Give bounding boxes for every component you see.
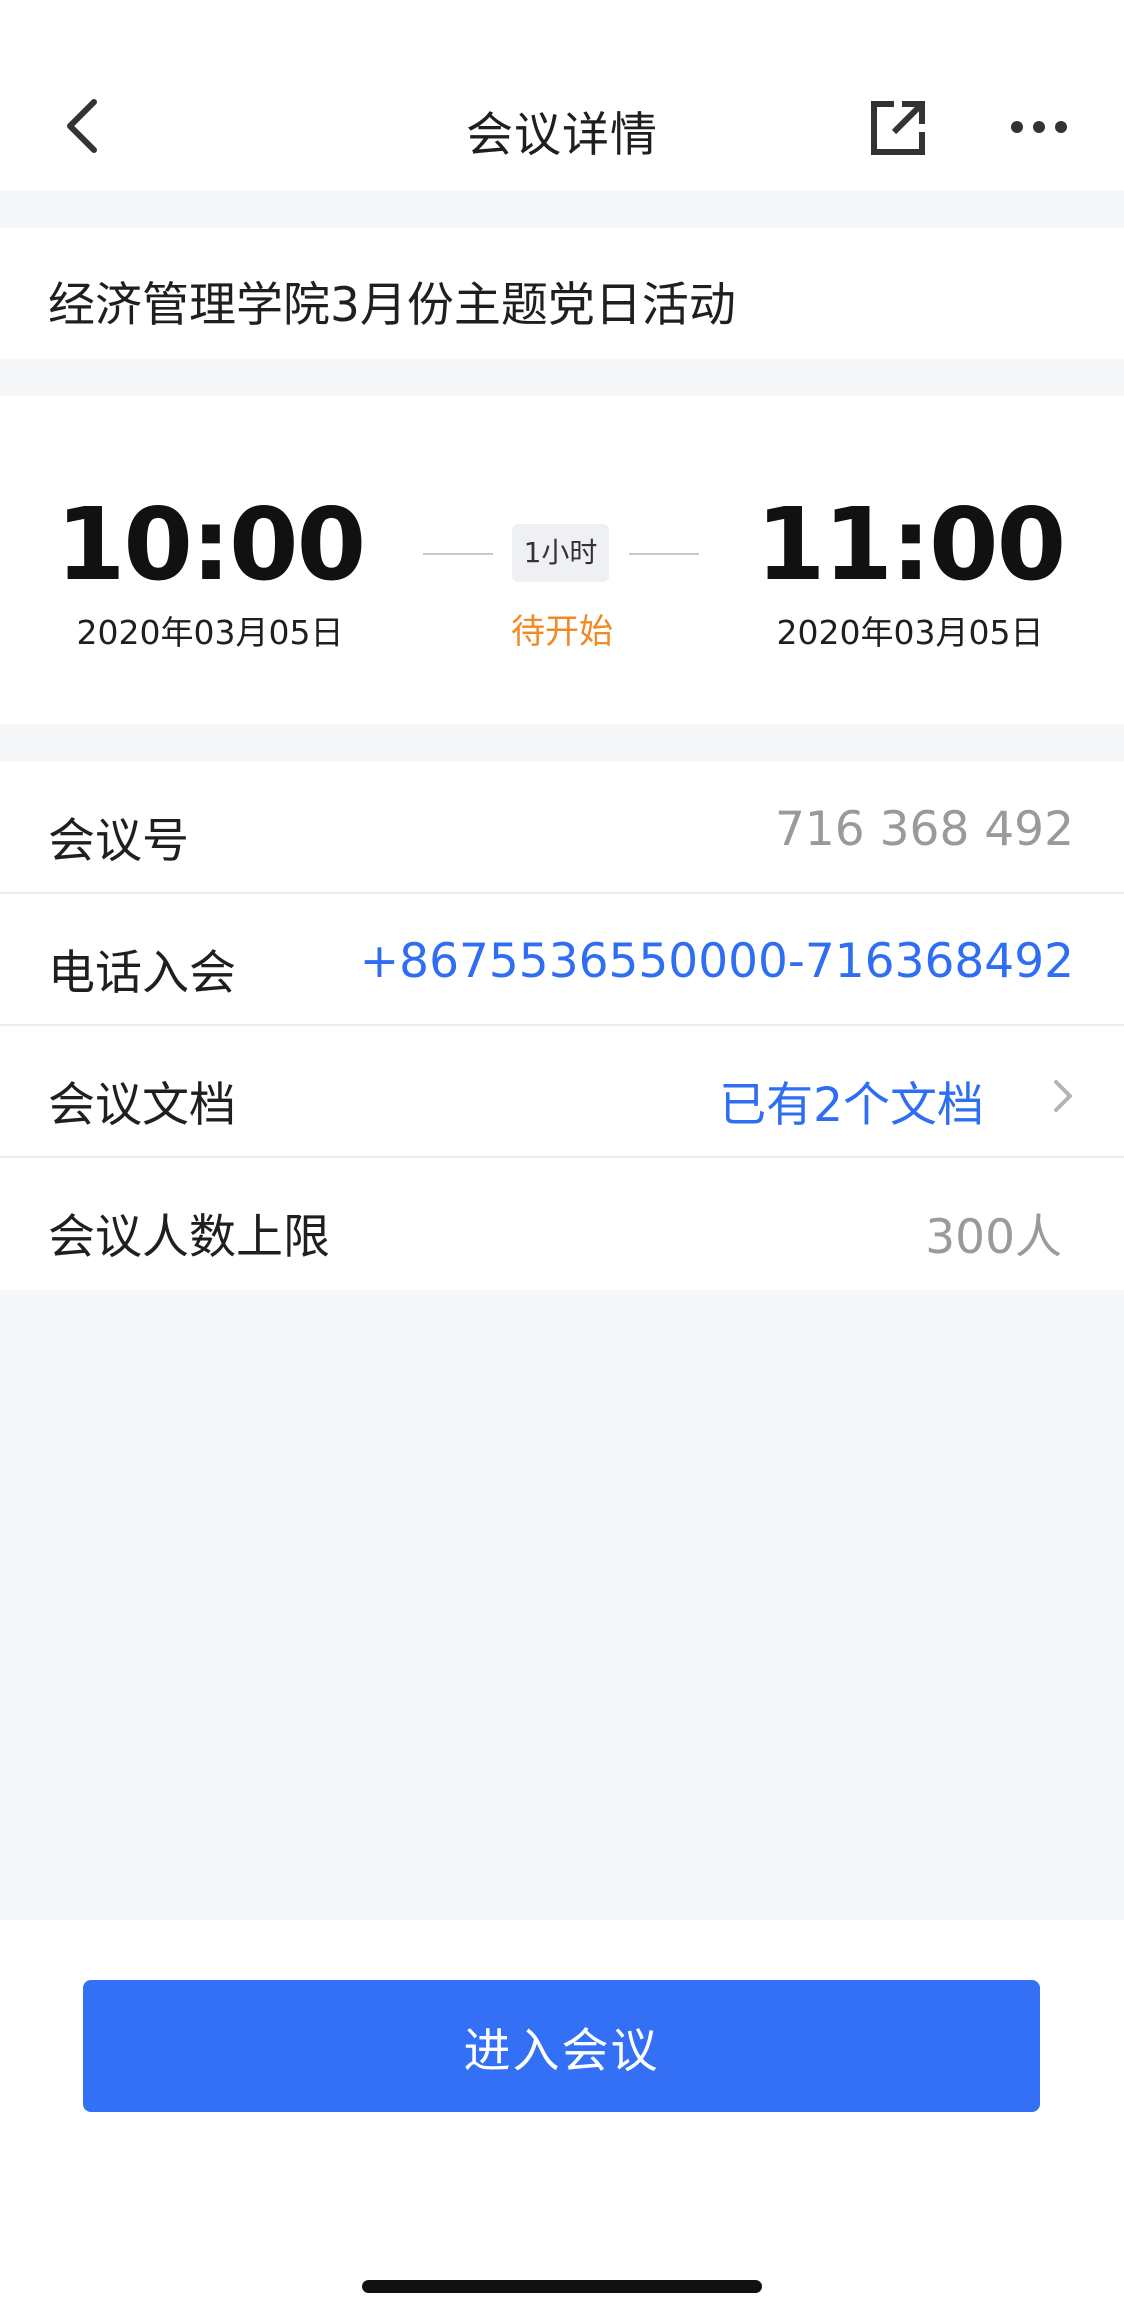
meeting-docs-row[interactable]: 会议文档 已有2个文档 <box>0 1026 1124 1158</box>
meeting-title-section: 经济管理学院3月份主题党日活动 <box>0 228 1124 359</box>
bottom-action-area: 进入会议 <box>0 1920 1124 2315</box>
participant-limit-row: 会议人数上限 300人 <box>0 1158 1124 1290</box>
nav-bar: 会议详情 <box>0 0 1124 190</box>
meeting-docs-label: 会议文档 <box>48 1078 236 1133</box>
phone-join-label: 电话入会 <box>48 946 236 1001</box>
home-indicator <box>362 2280 762 2293</box>
participant-limit-value: 300人 <box>925 1210 1062 1265</box>
enter-meeting-button[interactable]: 进入会议 <box>83 1980 1040 2112</box>
meeting-info-list: 会议号 716 368 492 电话入会 +8675536550000-7163… <box>0 762 1124 1290</box>
meeting-id-label: 会议号 <box>48 814 189 869</box>
phone-join-row[interactable]: 电话入会 +8675536550000-716368492 <box>0 894 1124 1026</box>
page-title: 会议详情 <box>466 108 658 163</box>
start-date: 2020年03月05日 <box>76 613 344 652</box>
participant-limit-label: 会议人数上限 <box>48 1210 330 1265</box>
meeting-title: 经济管理学院3月份主题党日活动 <box>48 278 736 333</box>
external-link-icon[interactable] <box>868 98 928 158</box>
meeting-id-row: 会议号 716 368 492 <box>0 762 1124 894</box>
start-time: 10:00 <box>55 486 366 603</box>
meeting-detail-screen: 会议详情 经济管理学院3月份主题党日活动 10:00 2020年03月05日 1… <box>0 0 1124 2315</box>
more-dots-icon[interactable] <box>1010 112 1068 142</box>
meeting-time-section: 10:00 2020年03月05日 1小时 待开始 11:00 2020年03月… <box>0 396 1124 724</box>
chevron-right-icon <box>1054 1080 1072 1112</box>
meeting-status: 待开始 <box>511 612 613 652</box>
end-date: 2020年03月05日 <box>776 613 1044 652</box>
end-time: 11:00 <box>755 486 1066 603</box>
duration-divider-right <box>629 553 699 555</box>
meeting-docs-link[interactable]: 已有2个文档 <box>719 1066 984 1135</box>
meeting-id-value: 716 368 492 <box>774 802 1074 857</box>
duration-divider-left <box>423 553 493 555</box>
phone-join-number[interactable]: +8675536550000-716368492 <box>360 934 1074 989</box>
duration-badge: 1小时 <box>512 524 609 582</box>
